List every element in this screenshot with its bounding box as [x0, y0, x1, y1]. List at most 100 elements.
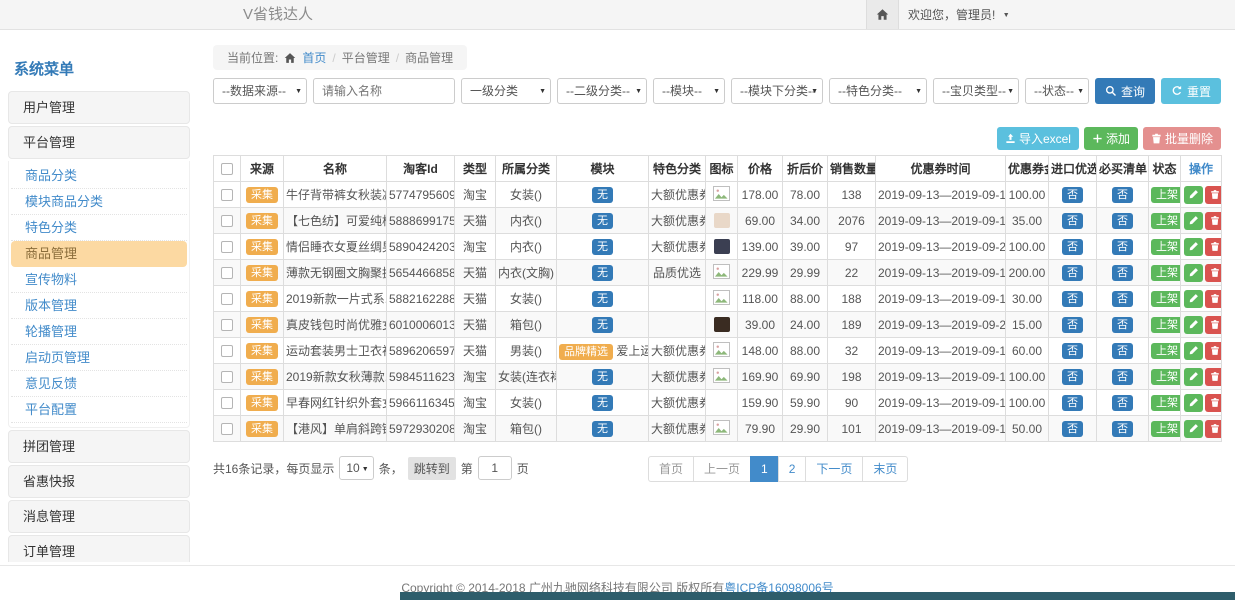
must-buy-badge[interactable]: 否: [1112, 369, 1133, 385]
breadcrumb-home-link[interactable]: 首页: [302, 49, 326, 66]
edit-button[interactable]: [1184, 368, 1203, 386]
add-button[interactable]: 添加: [1084, 127, 1138, 150]
sidebar-group-订单管理[interactable]: 订单管理: [8, 535, 190, 562]
pager-下一页[interactable]: 下一页: [805, 456, 863, 482]
delete-button[interactable]: [1205, 394, 1222, 412]
filter-select-4[interactable]: --模块下分类--▼: [731, 78, 823, 104]
import-select-badge[interactable]: 否: [1062, 213, 1083, 229]
edit-button[interactable]: [1184, 264, 1203, 282]
per-page-select[interactable]: 10 ▼: [339, 456, 373, 480]
delete-button[interactable]: [1205, 290, 1222, 308]
sidebar-group-拼团管理[interactable]: 拼团管理: [8, 430, 190, 463]
sidebar-item-启动页管理[interactable]: 启动页管理: [11, 345, 187, 371]
batch-delete-button[interactable]: 批量删除: [1143, 127, 1221, 150]
edit-button[interactable]: [1184, 342, 1203, 360]
row-checkbox[interactable]: [221, 293, 233, 305]
reset-button[interactable]: 重置: [1161, 78, 1221, 104]
import-select-badge[interactable]: 否: [1062, 369, 1083, 385]
row-checkbox[interactable]: [221, 267, 233, 279]
status-badge[interactable]: 上架: [1151, 213, 1181, 229]
status-badge[interactable]: 上架: [1151, 265, 1181, 281]
status-badge[interactable]: 上架: [1151, 239, 1181, 255]
row-checkbox[interactable]: [221, 215, 233, 227]
query-button[interactable]: 查询: [1095, 78, 1155, 104]
jump-button[interactable]: 跳转到: [408, 457, 456, 480]
must-buy-badge[interactable]: 否: [1112, 291, 1133, 307]
sidebar-item-平台配置[interactable]: 平台配置: [11, 397, 187, 423]
edit-button[interactable]: [1184, 420, 1203, 438]
sidebar-group-用户管理[interactable]: 用户管理: [8, 91, 190, 124]
import-excel-button[interactable]: 导入excel: [997, 127, 1079, 150]
must-buy-badge[interactable]: 否: [1112, 265, 1133, 281]
row-checkbox[interactable]: [221, 241, 233, 253]
user-menu[interactable]: 欢迎您，管理员! ▼: [908, 0, 1010, 31]
row-checkbox[interactable]: [221, 189, 233, 201]
must-buy-badge[interactable]: 否: [1112, 395, 1133, 411]
edit-button[interactable]: [1184, 394, 1203, 412]
import-select-badge[interactable]: 否: [1062, 187, 1083, 203]
sidebar-group-平台管理[interactable]: 平台管理: [8, 126, 190, 159]
filter-select-6[interactable]: --宝贝类型--▼: [933, 78, 1019, 104]
filter-select-7[interactable]: --状态--▼: [1025, 78, 1089, 104]
sidebar-item-商品管理[interactable]: 商品管理: [11, 241, 187, 267]
delete-button[interactable]: [1205, 186, 1222, 204]
edit-button[interactable]: [1184, 316, 1203, 334]
must-buy-badge[interactable]: 否: [1112, 343, 1133, 359]
status-badge[interactable]: 上架: [1151, 395, 1181, 411]
sidebar-item-轮播管理[interactable]: 轮播管理: [11, 319, 187, 345]
filter-select-3[interactable]: --模块--▼: [653, 78, 725, 104]
home-button[interactable]: [866, 0, 899, 29]
import-select-badge[interactable]: 否: [1062, 317, 1083, 333]
status-badge[interactable]: 上架: [1151, 421, 1181, 437]
must-buy-badge[interactable]: 否: [1112, 239, 1133, 255]
import-select-badge[interactable]: 否: [1062, 343, 1083, 359]
delete-button[interactable]: [1205, 264, 1222, 282]
sidebar-item-意见反馈[interactable]: 意见反馈: [11, 371, 187, 397]
pager-2[interactable]: 2: [778, 456, 807, 482]
pager-1[interactable]: 1: [750, 456, 779, 482]
delete-button[interactable]: [1205, 238, 1222, 256]
pager-首页[interactable]: 首页: [648, 456, 694, 482]
pager-末页[interactable]: 末页: [862, 456, 908, 482]
status-badge[interactable]: 上架: [1151, 317, 1181, 333]
edit-button[interactable]: [1184, 290, 1203, 308]
import-select-badge[interactable]: 否: [1062, 395, 1083, 411]
row-checkbox[interactable]: [221, 371, 233, 383]
pager-上一页[interactable]: 上一页: [693, 456, 751, 482]
row-checkbox[interactable]: [221, 345, 233, 357]
must-buy-badge[interactable]: 否: [1112, 317, 1133, 333]
page-number-input[interactable]: [478, 456, 512, 480]
status-badge[interactable]: 上架: [1151, 291, 1181, 307]
filter-select-1[interactable]: 一级分类▼: [461, 78, 551, 104]
status-badge[interactable]: 上架: [1151, 343, 1181, 359]
row-checkbox[interactable]: [221, 423, 233, 435]
name-search-input[interactable]: [313, 78, 455, 104]
must-buy-badge[interactable]: 否: [1112, 213, 1133, 229]
edit-button[interactable]: [1184, 238, 1203, 256]
sidebar-item-特色分类[interactable]: 特色分类: [11, 215, 187, 241]
edit-button[interactable]: [1184, 212, 1203, 230]
sidebar-item-商品分类[interactable]: 商品分类: [11, 163, 187, 189]
filter-select-0[interactable]: --数据来源--▼: [213, 78, 307, 104]
must-buy-badge[interactable]: 否: [1112, 187, 1133, 203]
sidebar-item-版本管理[interactable]: 版本管理: [11, 293, 187, 319]
select-all-checkbox[interactable]: [221, 163, 233, 175]
delete-button[interactable]: [1205, 342, 1222, 360]
filter-select-5[interactable]: --特色分类--▼: [829, 78, 927, 104]
delete-button[interactable]: [1205, 420, 1222, 438]
sidebar-group-消息管理[interactable]: 消息管理: [8, 500, 190, 533]
sidebar-item-宣传物料[interactable]: 宣传物料: [11, 267, 187, 293]
status-badge[interactable]: 上架: [1151, 187, 1181, 203]
sidebar-item-模块商品分类[interactable]: 模块商品分类: [11, 189, 187, 215]
sidebar-group-省惠快报[interactable]: 省惠快报: [8, 465, 190, 498]
import-select-badge[interactable]: 否: [1062, 265, 1083, 281]
delete-button[interactable]: [1205, 368, 1222, 386]
delete-button[interactable]: [1205, 212, 1222, 230]
edit-button[interactable]: [1184, 186, 1203, 204]
import-select-badge[interactable]: 否: [1062, 291, 1083, 307]
filter-select-2[interactable]: --二级分类--▼: [557, 78, 647, 104]
import-select-badge[interactable]: 否: [1062, 239, 1083, 255]
status-badge[interactable]: 上架: [1151, 369, 1181, 385]
import-select-badge[interactable]: 否: [1062, 421, 1083, 437]
must-buy-badge[interactable]: 否: [1112, 421, 1133, 437]
